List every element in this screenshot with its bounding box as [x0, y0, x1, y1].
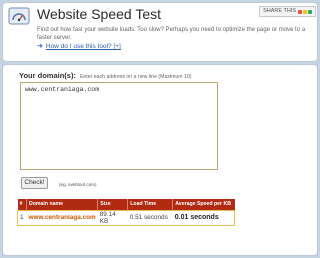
table-header-row: # Domain name Size Load Time Average Spe… — [17, 199, 235, 210]
arrow-right-icon: ➜ — [37, 43, 43, 50]
share-label: SHARE THIS — [263, 8, 296, 14]
example-text: (eg. iwebtool.com) — [59, 182, 97, 187]
row-size: 89.14 KB — [97, 209, 128, 226]
check-button[interactable]: Check! — [21, 177, 48, 189]
share-network-icons — [298, 9, 312, 14]
column-header-domain: Domain name — [26, 199, 99, 210]
row-avg-speed: 0.01 seconds — [172, 209, 235, 226]
page-title: Website Speed Test — [37, 6, 162, 22]
row-domain[interactable]: www.centraniaga.com — [26, 209, 98, 226]
column-header-load-time: Load Time — [127, 199, 174, 210]
domain-label: Your domain(s): — [19, 71, 76, 80]
row-load-time: 0.51 seconds — [127, 209, 173, 226]
table-row: 1 www.centraniaga.com 89.14 KB 0.51 seco… — [17, 209, 235, 226]
help-link[interactable]: How do I use this tool? [+] — [46, 43, 121, 50]
domain-hint: Enter each address on a new line (Maximu… — [79, 74, 192, 80]
results-table: # Domain name Size Load Time Average Spe… — [17, 199, 235, 226]
column-header-size: Size — [97, 199, 129, 210]
domain-textarea[interactable]: www.centraniaga.com — [20, 82, 218, 170]
help-row: ➜ How do I use this tool? [+] — [37, 43, 121, 50]
column-header-avg-speed: Average Speed per KB — [172, 199, 235, 210]
domain-label-row: Your domain(s): Enter each address on a … — [19, 71, 192, 80]
speed-gauge-icon — [8, 7, 30, 25]
column-header-index: # — [17, 199, 27, 210]
tool-description: Find out how fast your website loads. To… — [37, 27, 306, 41]
row-index: 1 — [17, 209, 27, 226]
share-button[interactable]: SHARE THIS — [259, 6, 316, 17]
